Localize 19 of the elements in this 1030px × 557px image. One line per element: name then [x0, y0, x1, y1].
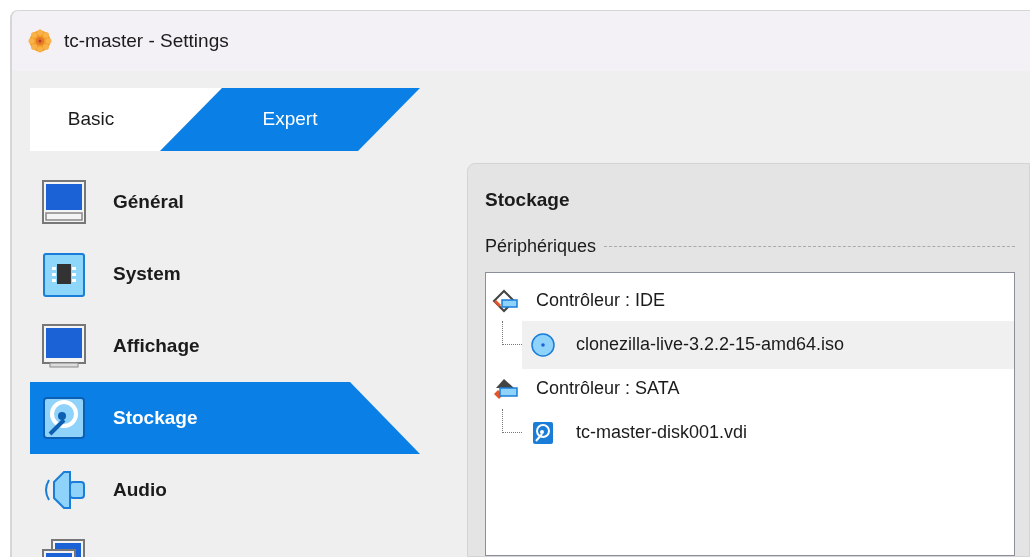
sidebar-item[interactable]: Général — [30, 166, 420, 238]
disc-icon — [530, 331, 556, 358]
monitor-icon — [40, 322, 88, 370]
tree-item[interactable]: Contrôleur : SATA — [486, 368, 1014, 409]
tree-item[interactable]: Contrôleur : IDE — [486, 280, 1014, 321]
window-title: tc-master - Settings — [64, 28, 229, 53]
chip-icon — [40, 250, 88, 298]
monitor-icon — [40, 178, 88, 226]
controller-icon — [492, 287, 518, 314]
tree-item[interactable]: tc-master-disk001.vdi — [522, 408, 1014, 457]
sidebar-item[interactable]: System — [30, 238, 420, 310]
panel-title: Stockage — [485, 188, 571, 212]
tree-item[interactable]: clonezilla-live-3.2.2-15-amd64.iso — [522, 320, 1014, 369]
tree-connector — [502, 408, 522, 433]
sidebar-item[interactable]: Affichage — [30, 310, 420, 382]
group-label: Périphériques — [485, 234, 597, 258]
sidebar-item[interactable]: Audio — [30, 454, 420, 526]
sidebar-item[interactable]: Stockage — [30, 382, 420, 454]
gear-icon — [28, 29, 52, 53]
